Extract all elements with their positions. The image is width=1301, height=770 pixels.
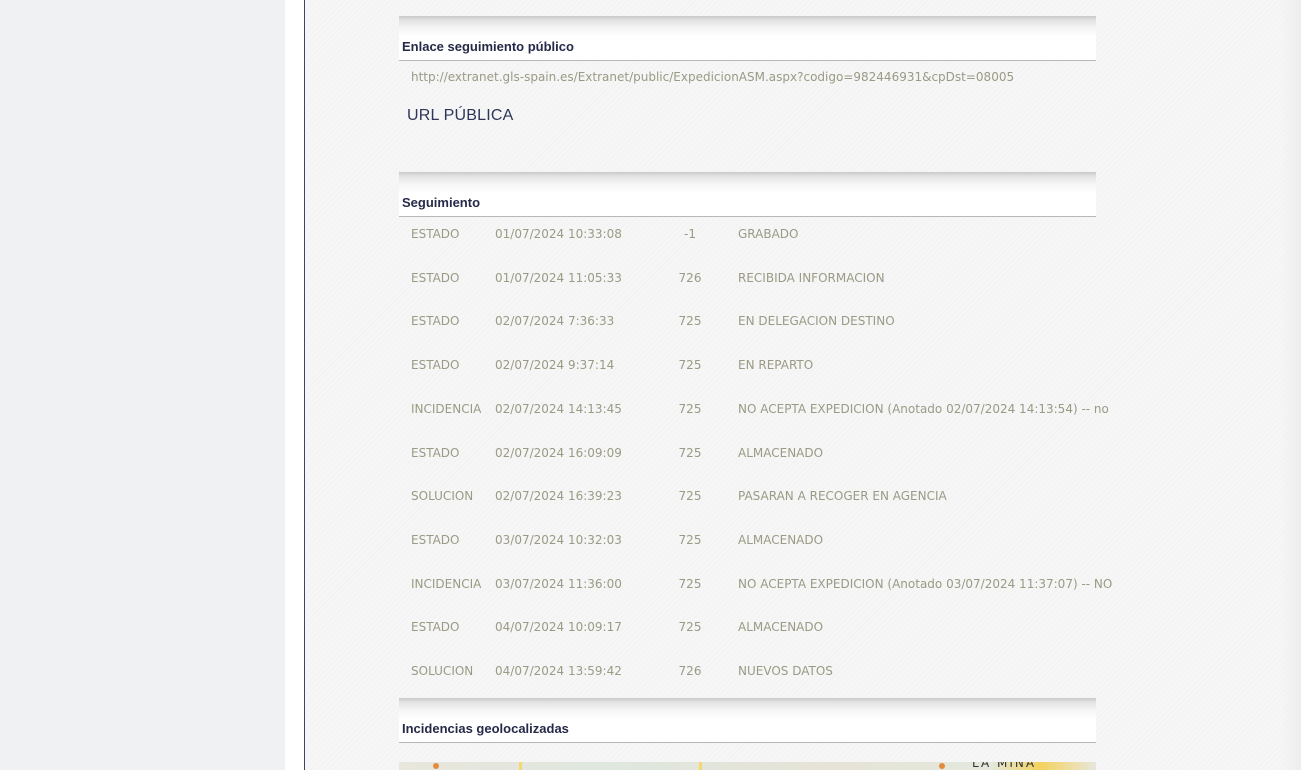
row-description: EN DELEGACION DESTINO: [738, 314, 895, 328]
page-gutter: [285, 0, 304, 770]
row-description: PASARAN A RECOGER EN AGENCIA: [738, 489, 947, 503]
row-type: SOLUCION: [411, 489, 474, 503]
tracking-title: Seguimiento: [402, 195, 481, 210]
map-road: [699, 762, 702, 770]
tracking-panel: Seguimiento: [399, 172, 1096, 217]
row-date: 03/07/2024 11:36:00: [495, 577, 622, 591]
geo-incidents-title: Incidencias geolocalizadas: [402, 721, 569, 736]
map-poi-icon: [433, 763, 439, 769]
row-code: 725: [678, 358, 702, 372]
row-description: GRABADO: [738, 227, 799, 241]
row-date: 02/07/2024 14:13:45: [495, 402, 622, 416]
row-type: ESTADO: [411, 533, 460, 547]
row-code: 726: [678, 664, 702, 678]
row-description: RECIBIDA INFORMACION: [738, 271, 885, 285]
map-road: [519, 762, 522, 770]
row-description: NO ACEPTA EXPEDICION (Anotado 02/07/2024…: [738, 402, 1109, 416]
row-date: 04/07/2024 10:09:17: [495, 620, 622, 634]
panel-shadow: [399, 16, 1096, 38]
row-code: 725: [678, 446, 702, 460]
row-type: ESTADO: [411, 271, 460, 285]
row-code: 725: [678, 489, 702, 503]
row-date: 01/07/2024 10:33:08: [495, 227, 622, 241]
row-type: ESTADO: [411, 446, 460, 460]
row-description: EN REPARTO: [738, 358, 814, 372]
row-type: ESTADO: [411, 620, 460, 634]
row-date: 02/07/2024 9:37:14: [495, 358, 615, 372]
incidents-map[interactable]: LA MINA: [399, 762, 1096, 770]
left-sidebar-area: [0, 0, 285, 770]
row-code: 725: [678, 314, 702, 328]
row-type: INCIDENCIA: [411, 402, 481, 416]
row-code: 725: [678, 533, 702, 547]
row-type: ESTADO: [411, 358, 460, 372]
row-date: 02/07/2024 16:39:23: [495, 489, 622, 503]
row-description: ALMACENADO: [738, 533, 824, 547]
public-link-title: Enlace seguimiento público: [402, 39, 574, 54]
row-description: ALMACENADO: [738, 446, 824, 460]
row-type: SOLUCION: [411, 664, 474, 678]
row-date: 02/07/2024 7:36:33: [495, 314, 615, 328]
row-date: 01/07/2024 11:05:33: [495, 271, 622, 285]
row-code: 725: [678, 620, 702, 634]
row-description: NUEVOS DATOS: [738, 664, 833, 678]
row-type: ESTADO: [411, 314, 460, 328]
public-link-header: Enlace seguimiento público: [399, 38, 1096, 61]
geo-incidents-header: Incidencias geolocalizadas: [399, 720, 1096, 743]
public-url-link[interactable]: URL PÚBLICA: [407, 107, 514, 125]
row-type: ESTADO: [411, 227, 460, 241]
row-code: 725: [678, 577, 702, 591]
geo-incidents-panel: Incidencias geolocalizadas: [399, 698, 1096, 743]
row-code: -1: [684, 227, 696, 241]
row-type: INCIDENCIA: [411, 577, 481, 591]
row-date: 03/07/2024 10:32:03: [495, 533, 622, 547]
map-poi-icon: [939, 763, 945, 769]
main-content: Enlace seguimiento público http://extran…: [305, 0, 1301, 770]
public-link-panel: Enlace seguimiento público: [399, 16, 1096, 61]
map-place-label: LA MINA: [972, 762, 1037, 770]
row-code: 725: [678, 402, 702, 416]
panel-shadow: [399, 172, 1096, 194]
row-code: 726: [678, 271, 702, 285]
row-date: 02/07/2024 16:09:09: [495, 446, 622, 460]
tracking-header: Seguimiento: [399, 194, 1096, 217]
public-url-text: http://extranet.gls-spain.es/Extranet/pu…: [411, 70, 1015, 84]
row-description: ALMACENADO: [738, 620, 824, 634]
panel-shadow: [399, 698, 1096, 720]
row-description: NO ACEPTA EXPEDICION (Anotado 03/07/2024…: [738, 577, 1113, 591]
row-date: 04/07/2024 13:59:42: [495, 664, 622, 678]
